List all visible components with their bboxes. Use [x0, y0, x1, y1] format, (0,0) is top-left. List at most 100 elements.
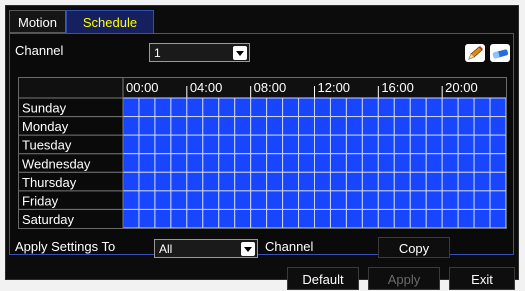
schedule-cell[interactable]	[266, 134, 284, 155]
schedule-cell[interactable]	[457, 97, 475, 118]
schedule-cell[interactable]	[282, 116, 300, 136]
schedule-cell[interactable]	[266, 116, 284, 136]
schedule-cell[interactable]	[409, 153, 427, 173]
schedule-cell[interactable]	[425, 116, 443, 136]
schedule-cell[interactable]	[298, 153, 315, 173]
schedule-cell[interactable]	[122, 171, 140, 192]
schedule-cell[interactable]	[489, 116, 507, 136]
schedule-cell[interactable]	[250, 97, 268, 118]
schedule-cell[interactable]	[202, 190, 220, 210]
schedule-cell[interactable]	[218, 171, 236, 192]
schedule-cell[interactable]	[186, 153, 204, 173]
schedule-cell[interactable]	[314, 208, 331, 229]
schedule-cell[interactable]	[186, 97, 204, 118]
schedule-cell[interactable]	[250, 134, 268, 155]
schedule-cell[interactable]	[377, 134, 395, 155]
schedule-cell[interactable]	[138, 97, 156, 118]
schedule-cell[interactable]	[298, 171, 315, 192]
schedule-cell[interactable]	[218, 134, 236, 155]
schedule-cell[interactable]	[234, 97, 252, 118]
schedule-cell[interactable]	[170, 153, 188, 173]
schedule-cell[interactable]	[218, 153, 236, 173]
schedule-cell[interactable]	[218, 208, 236, 229]
schedule-cell[interactable]	[234, 190, 252, 210]
schedule-cell[interactable]	[282, 171, 300, 192]
schedule-cell[interactable]	[457, 116, 475, 136]
schedule-cell[interactable]	[154, 171, 172, 192]
tab-schedule[interactable]: Schedule	[66, 10, 154, 33]
schedule-cell[interactable]	[377, 171, 395, 192]
schedule-cell[interactable]	[361, 134, 379, 155]
schedule-cell[interactable]	[122, 116, 140, 136]
schedule-cell[interactable]	[170, 208, 188, 229]
schedule-cell[interactable]	[282, 208, 300, 229]
schedule-cell[interactable]	[489, 190, 507, 210]
schedule-cell[interactable]	[298, 97, 315, 118]
schedule-cell[interactable]	[170, 190, 188, 210]
schedule-cell[interactable]	[282, 97, 300, 118]
schedule-cell[interactable]	[473, 171, 491, 192]
schedule-cell[interactable]	[218, 190, 236, 210]
schedule-cell[interactable]	[329, 97, 347, 118]
schedule-cell[interactable]	[154, 116, 172, 136]
schedule-cell[interactable]	[409, 134, 427, 155]
schedule-cell[interactable]	[393, 116, 411, 136]
schedule-cell[interactable]	[202, 97, 220, 118]
schedule-cell[interactable]	[170, 97, 188, 118]
schedule-cell[interactable]	[489, 171, 507, 192]
schedule-cell[interactable]	[361, 208, 379, 229]
schedule-cell[interactable]	[250, 171, 268, 192]
schedule-cell[interactable]	[234, 116, 252, 136]
schedule-cell[interactable]	[329, 116, 347, 136]
tab-motion[interactable]: Motion	[9, 10, 66, 33]
schedule-cell[interactable]	[489, 153, 507, 173]
schedule-cell[interactable]	[409, 190, 427, 210]
schedule-cell[interactable]	[457, 171, 475, 192]
schedule-cell[interactable]	[202, 171, 220, 192]
schedule-cell[interactable]	[457, 134, 475, 155]
schedule-cell[interactable]	[473, 116, 491, 136]
schedule-cell[interactable]	[361, 171, 379, 192]
schedule-cell[interactable]	[218, 116, 236, 136]
schedule-cell[interactable]	[314, 171, 331, 192]
schedule-cell[interactable]	[154, 190, 172, 210]
schedule-cell[interactable]	[282, 190, 300, 210]
schedule-cell[interactable]	[441, 208, 459, 229]
schedule-cell[interactable]	[441, 190, 459, 210]
schedule-cell[interactable]	[266, 208, 284, 229]
schedule-cell[interactable]	[377, 208, 395, 229]
schedule-cell[interactable]	[489, 97, 507, 118]
copy-button[interactable]: Copy	[378, 237, 450, 258]
schedule-cell[interactable]	[393, 190, 411, 210]
schedule-cell[interactable]	[329, 171, 347, 192]
schedule-cell[interactable]	[473, 153, 491, 173]
schedule-cell[interactable]	[138, 171, 156, 192]
schedule-cell[interactable]	[218, 97, 236, 118]
schedule-cell[interactable]	[345, 97, 363, 118]
schedule-cell[interactable]	[202, 208, 220, 229]
schedule-cell[interactable]	[298, 134, 315, 155]
schedule-cell[interactable]	[186, 190, 204, 210]
schedule-cell[interactable]	[122, 97, 140, 118]
schedule-cell[interactable]	[138, 116, 156, 136]
schedule-cell[interactable]	[409, 97, 427, 118]
schedule-cell[interactable]	[186, 116, 204, 136]
schedule-cell[interactable]	[361, 153, 379, 173]
schedule-cell[interactable]	[170, 134, 188, 155]
schedule-cell[interactable]	[186, 208, 204, 229]
schedule-cell[interactable]	[345, 190, 363, 210]
schedule-cell[interactable]	[298, 116, 315, 136]
schedule-cell[interactable]	[409, 171, 427, 192]
eraser-icon[interactable]	[490, 44, 510, 62]
schedule-cell[interactable]	[266, 153, 284, 173]
schedule-cell[interactable]	[154, 134, 172, 155]
apply-target-select[interactable]: All	[154, 239, 258, 258]
schedule-cell[interactable]	[314, 153, 331, 173]
schedule-cell[interactable]	[425, 97, 443, 118]
schedule-cell[interactable]	[457, 208, 475, 229]
schedule-cell[interactable]	[266, 171, 284, 192]
schedule-cell[interactable]	[393, 153, 411, 173]
schedule-cell[interactable]	[234, 208, 252, 229]
schedule-cell[interactable]	[282, 153, 300, 173]
schedule-cell[interactable]	[314, 190, 331, 210]
